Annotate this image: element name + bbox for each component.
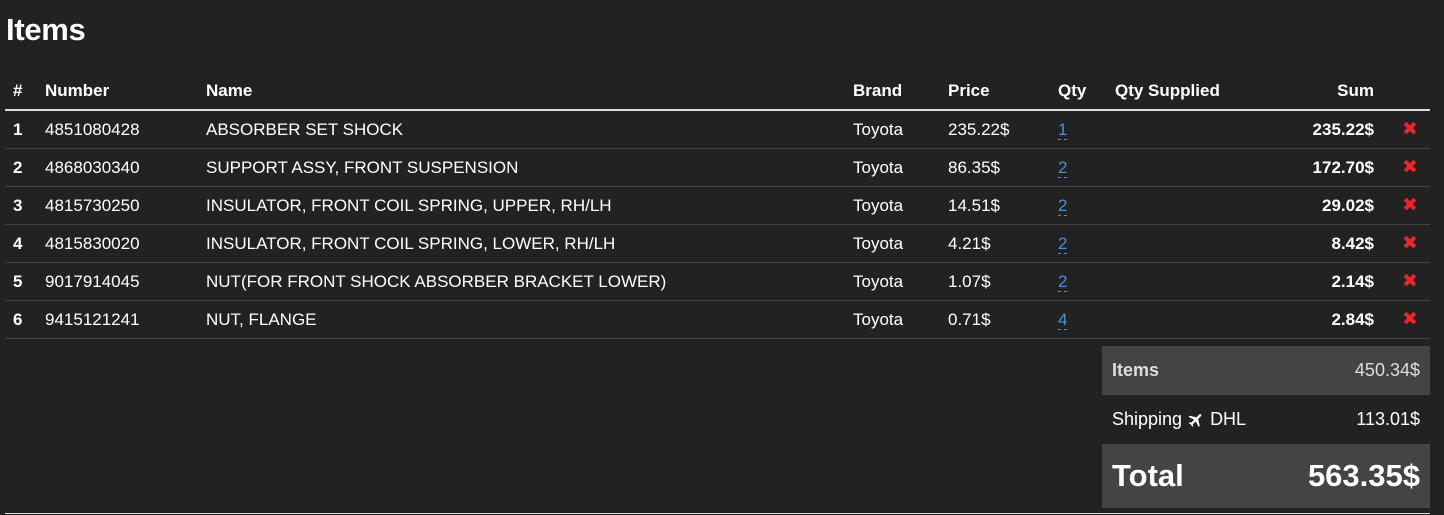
row-qty-supplied bbox=[1107, 110, 1267, 149]
summary-items-label: Items bbox=[1112, 360, 1160, 380]
close-icon[interactable]: ✖ bbox=[1402, 158, 1418, 177]
header-brand: Brand bbox=[845, 72, 940, 111]
row-number: 9415121241 bbox=[37, 300, 198, 339]
table-row: 4 4815830020 INSULATOR, FRONT COIL SPRING,… bbox=[5, 224, 1430, 263]
row-qty: 2 bbox=[1050, 262, 1107, 301]
row-price: 1.07$ bbox=[940, 262, 1050, 301]
row-sum: 172.70$ bbox=[1267, 148, 1382, 187]
row-number: 4868030340 bbox=[37, 148, 198, 187]
qty-edit-link[interactable]: 4 bbox=[1058, 309, 1068, 330]
row-name: ABSORBER SET SHOCK bbox=[198, 110, 845, 149]
row-price: 0.71$ bbox=[940, 300, 1050, 339]
row-sum: 2.14$ bbox=[1267, 262, 1382, 301]
row-brand: Toyota bbox=[845, 262, 940, 301]
summary-total-value: 563.35$ bbox=[1307, 458, 1420, 493]
row-name: NUT, FLANGE bbox=[198, 300, 845, 339]
row-brand: Toyota bbox=[845, 110, 940, 149]
close-icon[interactable]: ✖ bbox=[1402, 272, 1418, 291]
header-qty: Qty bbox=[1050, 72, 1107, 111]
row-index: 4 bbox=[5, 224, 37, 263]
order-summary: Items 450.34$ Shipping DHL 113.01$ Total… bbox=[1102, 346, 1430, 508]
row-price: 235.22$ bbox=[940, 110, 1050, 149]
summary-total-row: Total 563.35$ bbox=[1102, 444, 1430, 508]
row-qty: 2 bbox=[1050, 224, 1107, 263]
row-index: 3 bbox=[5, 186, 37, 225]
row-brand: Toyota bbox=[845, 148, 940, 187]
page-title: Items bbox=[6, 12, 86, 47]
header-actions bbox=[1382, 72, 1430, 111]
header-price: Price bbox=[940, 72, 1050, 111]
row-actions: ✖ bbox=[1382, 262, 1430, 301]
row-index: 5 bbox=[5, 262, 37, 301]
table-row: 1 4851080428 ABSORBER SET SHOCK Toyota 235.2… bbox=[5, 110, 1430, 149]
row-actions: ✖ bbox=[1382, 224, 1430, 263]
header-sum: Sum bbox=[1267, 72, 1382, 111]
table-row: 2 4868030340 SUPPORT ASSY, FRONT SUSPENSIO… bbox=[5, 148, 1430, 187]
row-number: 4815730250 bbox=[37, 186, 198, 225]
qty-edit-link[interactable]: 2 bbox=[1058, 271, 1068, 292]
row-qty-supplied bbox=[1107, 224, 1267, 263]
table-row: 3 4815730250 INSULATOR, FRONT COIL SPRING,… bbox=[5, 186, 1430, 225]
row-qty: 2 bbox=[1050, 186, 1107, 225]
summary-items-row: Items 450.34$ bbox=[1102, 346, 1430, 395]
row-name: SUPPORT ASSY, FRONT SUSPENSION bbox=[198, 148, 845, 187]
row-number: 9017914045 bbox=[37, 262, 198, 301]
header-number: Number bbox=[37, 72, 198, 111]
header-index: # bbox=[5, 72, 37, 111]
summary-shipping-label-group: Shipping DHL bbox=[1112, 409, 1246, 430]
row-actions: ✖ bbox=[1382, 110, 1430, 149]
close-icon[interactable]: ✖ bbox=[1402, 120, 1418, 139]
close-icon[interactable]: ✖ bbox=[1402, 310, 1418, 329]
row-price: 14.51$ bbox=[940, 186, 1050, 225]
summary-shipping-label: Shipping bbox=[1112, 409, 1183, 429]
row-name: INSULATOR, FRONT COIL SPRING, UPPER, RH/… bbox=[198, 186, 845, 225]
row-actions: ✖ bbox=[1382, 300, 1430, 339]
row-name: INSULATOR, FRONT COIL SPRING, LOWER, RH/… bbox=[198, 224, 845, 263]
items-table: # Number Name Brand Price Qty Qty Suppli… bbox=[5, 72, 1430, 339]
qty-edit-link[interactable]: 1 bbox=[1058, 119, 1068, 140]
row-brand: Toyota bbox=[845, 186, 940, 225]
table-header-row: # Number Name Brand Price Qty Qty Suppli… bbox=[5, 72, 1430, 111]
row-index: 1 bbox=[5, 110, 37, 149]
table-row: 6 9415121241 NUT, FLANGE Toyota 0.71$ 4 2.84$ ✖ bbox=[5, 300, 1430, 339]
row-index: 2 bbox=[5, 148, 37, 187]
bottom-divider bbox=[5, 513, 1430, 514]
qty-edit-link[interactable]: 2 bbox=[1058, 233, 1068, 254]
summary-shipping-carrier: DHL bbox=[1210, 409, 1247, 429]
row-number: 4815830020 bbox=[37, 224, 198, 263]
header-name: Name bbox=[198, 72, 845, 111]
header-qty-supplied: Qty Supplied bbox=[1107, 72, 1267, 111]
row-qty: 1 bbox=[1050, 110, 1107, 149]
close-icon[interactable]: ✖ bbox=[1402, 196, 1418, 215]
row-sum: 2.84$ bbox=[1267, 300, 1382, 339]
row-qty-supplied bbox=[1107, 262, 1267, 301]
summary-shipping-row: Shipping DHL 113.01$ bbox=[1102, 395, 1430, 444]
row-qty-supplied bbox=[1107, 186, 1267, 225]
row-actions: ✖ bbox=[1382, 148, 1430, 187]
row-qty: 2 bbox=[1050, 148, 1107, 187]
plane-icon bbox=[1188, 413, 1202, 427]
row-price: 4.21$ bbox=[940, 224, 1050, 263]
qty-edit-link[interactable]: 2 bbox=[1058, 157, 1068, 178]
row-qty-supplied bbox=[1107, 300, 1267, 339]
row-name: NUT(FOR FRONT SHOCK ABSORBER BRACKET LOW… bbox=[198, 262, 845, 301]
qty-edit-link[interactable]: 2 bbox=[1058, 195, 1068, 216]
row-sum: 235.22$ bbox=[1267, 110, 1382, 149]
row-actions: ✖ bbox=[1382, 186, 1430, 225]
row-sum: 29.02$ bbox=[1267, 186, 1382, 225]
row-number: 4851080428 bbox=[37, 110, 198, 149]
items-page: Items # Number Name Brand Price Qty Qty … bbox=[0, 0, 1444, 515]
row-index: 6 bbox=[5, 300, 37, 339]
row-brand: Toyota bbox=[845, 300, 940, 339]
table-row: 5 9017914045 NUT(FOR FRONT SHOCK ABSORBER … bbox=[5, 262, 1430, 301]
close-icon[interactable]: ✖ bbox=[1402, 234, 1418, 253]
row-qty: 4 bbox=[1050, 300, 1107, 339]
summary-total-label: Total bbox=[1112, 458, 1184, 493]
row-qty-supplied bbox=[1107, 148, 1267, 187]
row-brand: Toyota bbox=[845, 224, 940, 263]
row-price: 86.35$ bbox=[940, 148, 1050, 187]
row-sum: 8.42$ bbox=[1267, 224, 1382, 263]
summary-shipping-value: 113.01$ bbox=[1356, 409, 1420, 429]
summary-items-value: 450.34$ bbox=[1354, 360, 1420, 380]
